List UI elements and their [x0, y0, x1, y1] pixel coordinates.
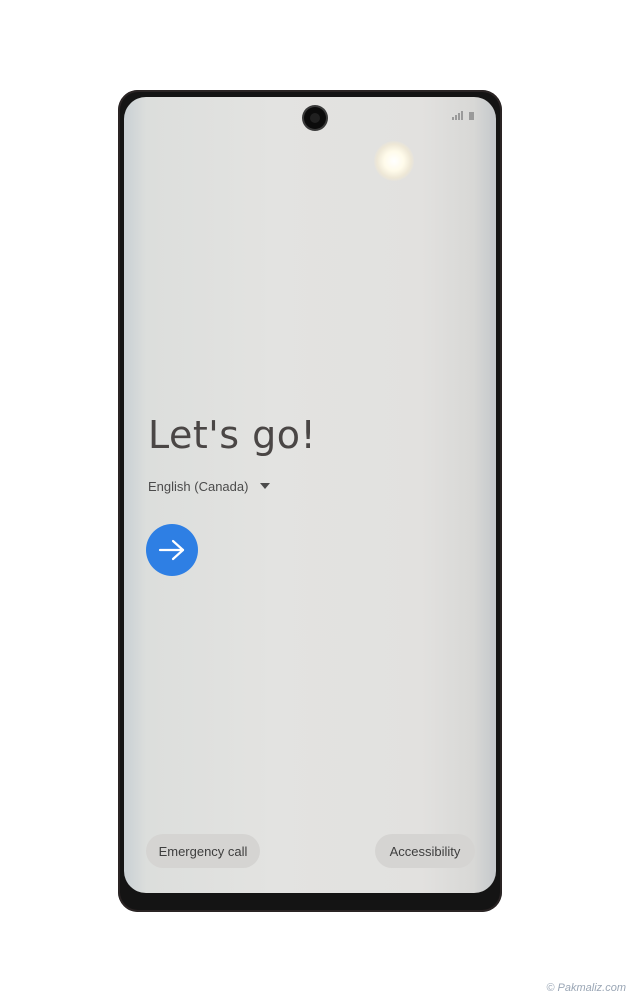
accessibility-button[interactable]: Accessibility: [375, 834, 475, 868]
setup-screen: Let's go! English (Canada) Emergency cal…: [124, 97, 496, 893]
battery-icon: [469, 112, 474, 120]
page-title: Let's go!: [148, 413, 317, 457]
next-button[interactable]: [146, 524, 198, 576]
status-bar: [452, 111, 474, 120]
emergency-call-button[interactable]: Emergency call: [146, 834, 260, 868]
signal-icon: [452, 111, 463, 120]
watermark: © Pakmaliz.com: [546, 982, 626, 994]
language-selector[interactable]: English (Canada): [148, 479, 271, 494]
language-label: English (Canada): [148, 479, 249, 494]
caret-down-icon: [260, 482, 271, 489]
phone-device: Let's go! English (Canada) Emergency cal…: [118, 90, 502, 912]
arrow-right-icon: [158, 539, 185, 561]
light-reflection: [374, 141, 414, 181]
front-camera: [304, 107, 326, 129]
